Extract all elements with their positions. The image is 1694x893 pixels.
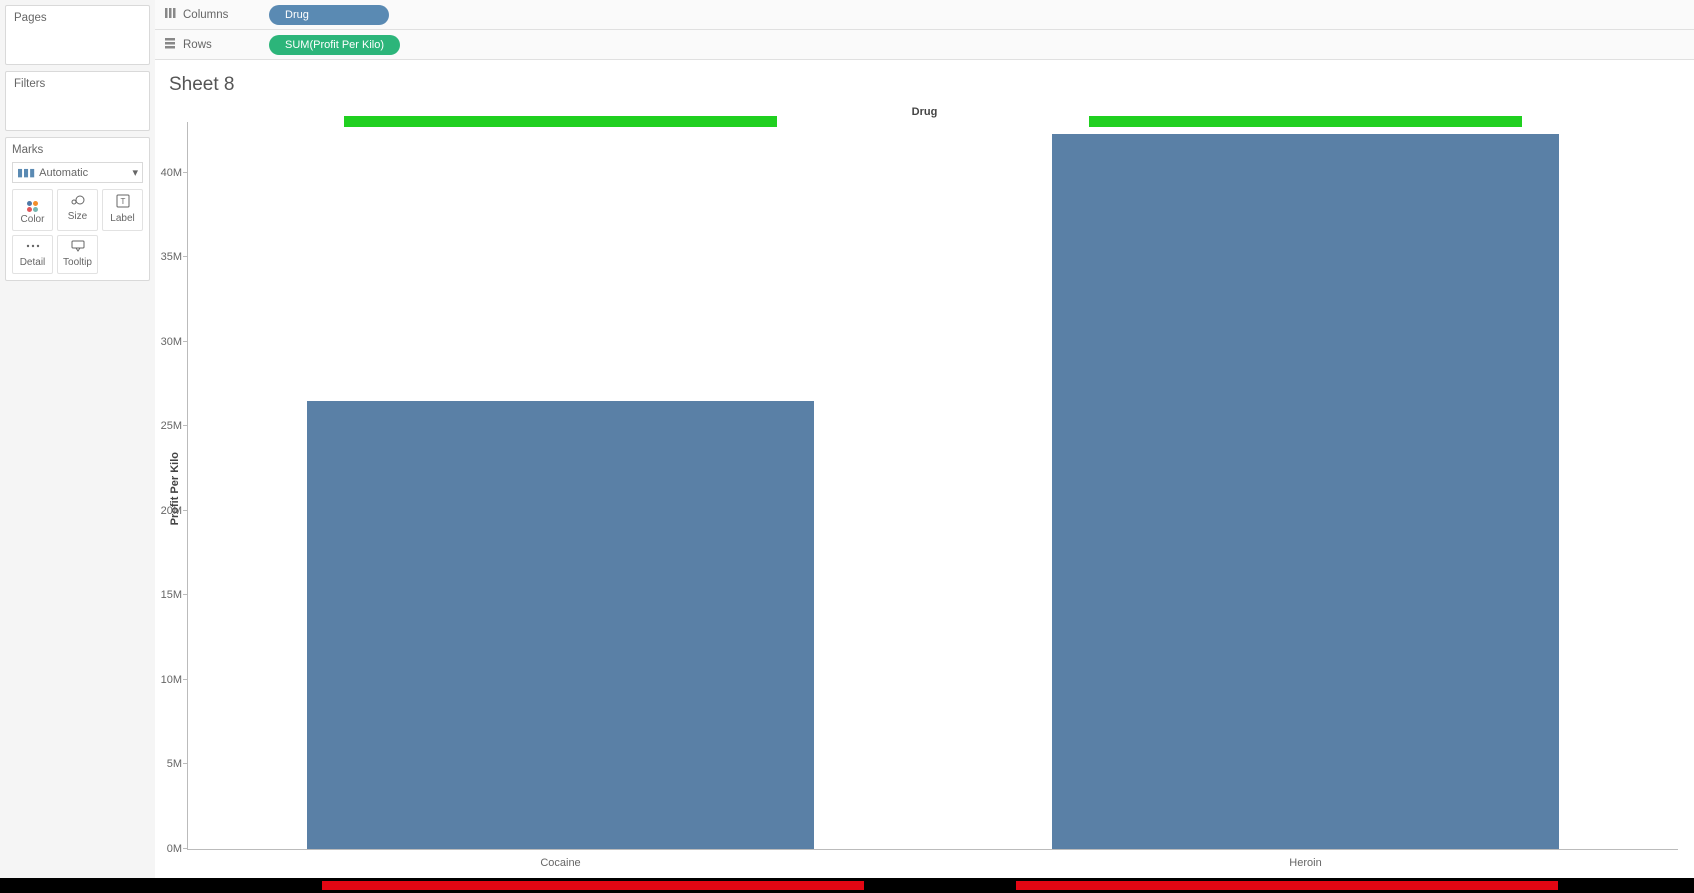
y-tick-label: 0M: [142, 843, 182, 855]
marks-title: Marks: [12, 144, 143, 156]
sheet-title[interactable]: Sheet 8: [169, 74, 1682, 96]
marks-size-label: Size: [68, 211, 87, 222]
pages-shelf[interactable]: Pages: [5, 5, 150, 65]
rows-shelf[interactable]: Rows SUM(Profit Per Kilo): [155, 30, 1694, 60]
filters-shelf[interactable]: Filters: [5, 71, 150, 131]
marks-label-label: Label: [110, 213, 134, 224]
chart-plot[interactable]: 0M5M10M15M20M25M30M35M40MCocaineHeroin: [187, 122, 1678, 850]
reference-band: [344, 116, 776, 127]
y-tick-label: 25M: [142, 420, 182, 432]
bar-chart-icon: ▮▮▮: [17, 167, 35, 179]
y-tick-label: 30M: [142, 336, 182, 348]
y-tick-label: 10M: [142, 674, 182, 686]
marks-tooltip-label: Tooltip: [63, 257, 92, 268]
filters-title: Filters: [14, 78, 141, 90]
y-tick-label: 20M: [142, 505, 182, 517]
marks-size-button[interactable]: Size: [57, 189, 98, 231]
marks-detail-button[interactable]: Detail: [12, 235, 53, 274]
reference-band: [1089, 116, 1521, 127]
rows-label: Rows: [183, 39, 212, 51]
rows-pill-profit[interactable]: SUM(Profit Per Kilo): [269, 35, 400, 55]
bottom-strip: [0, 878, 1694, 893]
columns-shelf[interactable]: Columns Drug: [155, 0, 1694, 30]
tooltip-icon: [58, 240, 97, 255]
columns-icon: [163, 6, 177, 23]
label-icon: T: [103, 194, 142, 211]
marks-type-select[interactable]: ▮▮▮ Automatic ▾: [12, 162, 143, 183]
x-tick-label: Cocaine: [540, 857, 580, 869]
worksheet-area: Columns Drug Rows SUM(Profit Per Kilo) S…: [155, 0, 1694, 878]
svg-text:T: T: [120, 197, 125, 206]
marks-color-label: Color: [21, 214, 45, 225]
rows-icon: [163, 36, 177, 53]
side-panels: Pages Filters Marks ▮▮▮ Automatic ▾ Color: [0, 0, 155, 878]
y-tick-label: 35M: [142, 251, 182, 263]
pages-title: Pages: [14, 12, 141, 24]
marks-tooltip-button[interactable]: Tooltip: [57, 235, 98, 274]
y-tick-label: 40M: [142, 167, 182, 179]
size-icon: [58, 194, 97, 209]
marks-label-button[interactable]: T Label: [102, 189, 143, 231]
y-tick-label: 15M: [142, 589, 182, 601]
bar-heroin[interactable]: [1052, 134, 1559, 849]
columns-pill-drug[interactable]: Drug: [269, 5, 389, 25]
bar-cocaine[interactable]: [307, 401, 814, 849]
marks-card: Marks ▮▮▮ Automatic ▾ Color Size: [5, 137, 150, 281]
chart-area[interactable]: Drug Profit Per Kilo 0M5M10M15M20M25M30M…: [167, 100, 1682, 878]
pill-label: SUM(Profit Per Kilo): [285, 39, 384, 51]
marks-detail-label: Detail: [20, 257, 46, 268]
detail-icon: [13, 240, 52, 255]
chevron-down-icon: ▾: [132, 166, 138, 179]
marks-type-label: Automatic: [39, 167, 88, 179]
x-tick-label: Heroin: [1289, 857, 1321, 869]
color-icon: [13, 194, 52, 212]
marks-color-button[interactable]: Color: [12, 189, 53, 231]
columns-label: Columns: [183, 9, 228, 21]
pill-label: Drug: [285, 9, 309, 21]
y-tick-label: 5M: [142, 758, 182, 770]
